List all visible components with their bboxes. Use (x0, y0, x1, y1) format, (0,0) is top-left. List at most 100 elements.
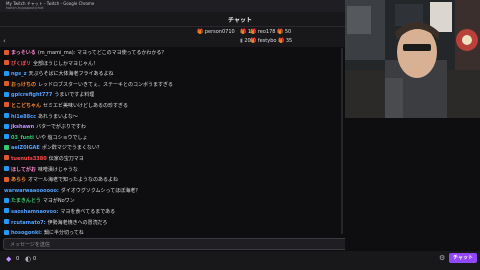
badge-icon[interactable] (4, 155, 9, 161)
stream-lower-area (345, 118, 480, 251)
badge-icon[interactable] (4, 123, 9, 129)
chat-text: レッドロブスターいきてぇ、ステーキとのコンボうますぎる (38, 81, 173, 88)
chat-text: 天ぷらそばに大体海老フライあるよね (28, 71, 114, 78)
chat-message: とこどちゃん セミエビ美味いけどしあるの珍すぎる (4, 101, 340, 112)
chat-message: ngs_z 天ぷらそばに大体海老フライあるよね (4, 69, 340, 80)
chat-message: あらら オマール海老で知ったようなのあるよね (4, 175, 340, 186)
leaderboard-name: festybo (257, 38, 277, 44)
badge-icon[interactable] (4, 102, 9, 108)
chat-username[interactable]: saoshamnaovoo: (11, 209, 58, 215)
chat-message: まっそいる (m_mami_ma): マヨってどこのマヨ使ってるかわかる？ (4, 48, 340, 59)
chat-message: saoshamnaovoo: マヨを食べてるまである (4, 207, 340, 218)
chat-message: rcutamato7: 伊勢海老焼きへの冒涜だろ (4, 218, 340, 229)
chat-input-placeholder: メッセージを送信 (10, 242, 50, 248)
leaderboard-entry-3[interactable]: 🎁 festybo 🎁 35 (250, 38, 292, 44)
chat-message: warwarwaaoooooo: ダイオウグソクムシってほぼ海老？ (4, 186, 340, 197)
chat-text: 伝家の宝刀マヨ (48, 155, 84, 162)
badge-icon[interactable] (4, 176, 9, 182)
chat-message: おっけちの レッドロブスターいきてぇ、ステーキとのコンボうますぎる (4, 80, 340, 91)
chat-text: うまいですよ料理 (54, 92, 95, 99)
gift-icon: 🎁 (277, 29, 284, 35)
chat-username[interactable]: tuenuts3380 (11, 156, 47, 162)
badge-icon[interactable] (4, 70, 9, 76)
chat-text: マヨを食べてるまである (60, 208, 116, 215)
chat-message: hi1e88cc あれうまいよな～ (4, 112, 340, 123)
chat-message: ほしてがお 味噌漬けじゃうな (4, 165, 340, 176)
chat-username[interactable]: ngs_z (11, 71, 27, 77)
chat-username[interactable]: まっそいる (11, 50, 36, 56)
chat-text: オマール海老で知ったようなのあるよね (28, 177, 119, 184)
chat-message: ぴくぽリ 全部ほうじしかマヨじゃん！ (4, 59, 340, 70)
chat-username[interactable]: warwarwaaoooooo: (4, 188, 59, 194)
badge-icon[interactable] (4, 91, 9, 97)
badge-icon[interactable] (4, 229, 9, 235)
badge-icon[interactable] (4, 208, 9, 214)
chat-username[interactable]: hosogonki: (11, 230, 42, 236)
chat-username[interactable]: rcutamato7: (11, 220, 46, 226)
chat-text: バターでがぶりですわ (36, 124, 86, 131)
chat-text: セミエビ美味いけどしあるの珍すぎる (43, 102, 129, 109)
gift-icon: 🎁 (197, 29, 204, 35)
chat-username[interactable]: jkshawn (11, 124, 34, 130)
chat-username[interactable]: ほしてがお (11, 167, 36, 173)
chat-send-button[interactable]: チャット (449, 253, 477, 263)
chat-message: たまきんとう マヨがNoワン (4, 196, 340, 207)
leaderboard-name: person0710 (204, 29, 235, 35)
channel-points-icon[interactable]: ◆ (6, 255, 11, 263)
gift-icon: 🎁 (240, 29, 247, 35)
leaderboard-entry-2[interactable]: 🎁 reo178 🎁 50 (250, 29, 291, 35)
badge-icon[interactable] (4, 166, 9, 172)
chat-footer (0, 251, 480, 270)
badge-icon[interactable] (4, 81, 9, 87)
collapse-icon[interactable]: ‹ (3, 37, 6, 45)
gift-icon: 🎁 (250, 29, 257, 35)
webcam-image (345, 0, 480, 118)
chat-text: あれうまいよな～ (38, 113, 78, 120)
chat-username[interactable]: hi1e88cc (11, 114, 36, 120)
chat-message: tuenuts3380 伝家の宝刀マヨ (4, 154, 340, 165)
badge-icon[interactable] (4, 49, 9, 55)
chat-message: 03_funti いや 塩コショウでしょ (4, 133, 340, 144)
chat-username[interactable]: とこどちゃん (11, 103, 41, 109)
stream-video[interactable] (345, 0, 480, 118)
channel-points-value: 0 (16, 256, 20, 262)
badge-icon[interactable] (4, 144, 9, 150)
browser-title-bar: My Twitch チャット - Twitch - Google Chrome … (0, 0, 345, 12)
badge-icon[interactable] (4, 113, 9, 119)
chat-text: ダイオウグソクムシってほぼ海老？ (60, 187, 141, 194)
badge-icon[interactable] (4, 219, 9, 224)
chat-scrollbar[interactable] (341, 48, 343, 234)
chat-message: jkshawn バターでがぶりですわ (4, 122, 340, 133)
gift-icon: 🎁 (250, 38, 257, 44)
chat-text: (m_mami_ma): マヨってどこのマヨ使ってるかわかる？ (37, 50, 167, 56)
sub-value: 0 (33, 256, 37, 262)
chat-username[interactable]: おっけちの (11, 82, 36, 88)
gift-leaderboard: 🎁 person0710 🎁 10 ▮ 200 🎁 reo178 🎁 50 🎁 … (0, 27, 345, 47)
chat-text: 伊勢海老焼きへの冒涜だろ (47, 219, 108, 226)
settings-icon[interactable]: ⚙ (439, 254, 445, 262)
chat-username[interactable]: たまきんとう (11, 198, 41, 204)
chat-message: gpicrefight777 うまいですよ料理 (4, 90, 340, 101)
chat-text: 全部ほうじしかマヨじゃん！ (33, 60, 99, 67)
gift-icon: 🎁 (278, 38, 285, 44)
chat-text: 味噌漬けじゃうな (37, 166, 78, 173)
chat-text: いや 塩コショウでしょ (35, 134, 88, 141)
chat-username[interactable]: あらら (11, 177, 26, 183)
leaderboard-name: reo178 (257, 29, 276, 35)
chat-message: aeiZ0IGAE ポン酢マジでうまくない？ (4, 143, 340, 154)
chat-username[interactable]: ぴくぽリ (11, 61, 31, 67)
chat-text: ポン酢マジでうまくない？ (41, 145, 102, 152)
badge-icon[interactable] (4, 134, 9, 140)
chat-username[interactable]: gpicrefight777 (11, 92, 52, 98)
chat-text: 鍋に半分切ってね (44, 230, 84, 237)
chat-username[interactable]: 03_funti (11, 135, 34, 141)
chat-message-list: まっそいる (m_mami_ma): マヨってどこのマヨ使ってるかわかる？ ぴくぽリ… (4, 48, 340, 239)
badge-icon[interactable] (4, 60, 9, 66)
sub-icon: ▮ (240, 38, 243, 44)
leaderboard-entry-1[interactable]: 🎁 person0710 (197, 29, 235, 35)
chat-text: マヨがNoワン (42, 198, 75, 205)
chat-username[interactable]: aeiZ0IGAE (11, 145, 40, 151)
sub-icon[interactable]: ◐ (25, 255, 31, 263)
address-bar[interactable]: twitch.tv/popout/chat (6, 6, 44, 10)
badge-icon[interactable] (4, 197, 9, 203)
